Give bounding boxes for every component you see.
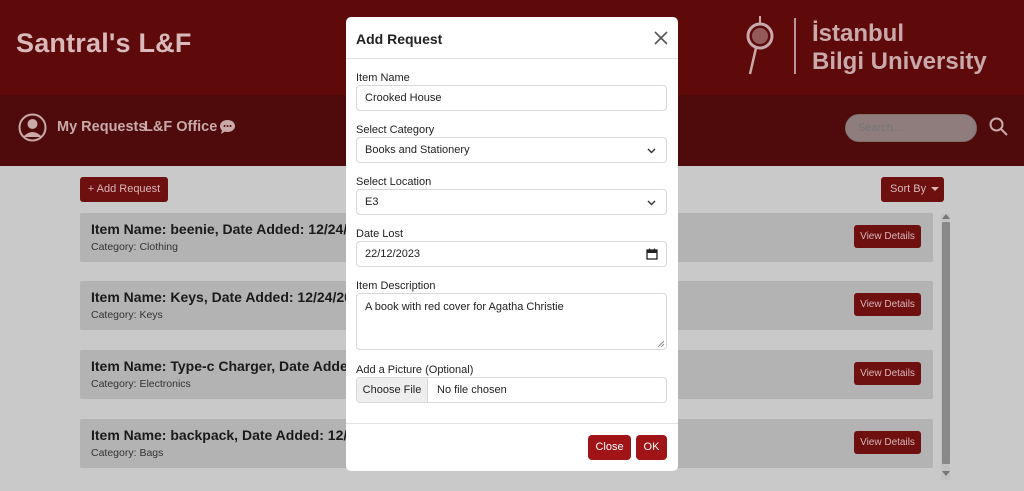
card-category: Category: Keys <box>91 309 163 321</box>
view-details-button[interactable]: View Details <box>854 362 921 385</box>
card-category: Category: Electronics <box>91 378 191 390</box>
description-textarea[interactable]: A book with red cover for Agatha Christi… <box>356 293 667 350</box>
card-category: Category: Bags <box>91 447 164 459</box>
sort-by-button[interactable]: Sort By <box>881 177 944 202</box>
choose-file-button[interactable]: Choose File <box>357 378 428 402</box>
item-name-input[interactable]: Crooked House <box>356 85 667 111</box>
description-label: Item Description <box>356 280 436 292</box>
modal-footer-divider <box>346 423 678 424</box>
category-select[interactable]: Books and Stationery <box>356 137 667 163</box>
no-file-text: No file chosen <box>437 384 507 396</box>
view-details-button[interactable]: View Details <box>854 293 921 316</box>
university-seal-icon <box>746 16 774 75</box>
scrollbar-thumb[interactable] <box>942 222 950 464</box>
category-label: Select Category <box>356 124 435 136</box>
close-icon[interactable] <box>654 31 668 45</box>
nav-lf-office[interactable]: L&F Office <box>144 119 217 135</box>
date-lost-value: 22/12/2023 <box>365 248 421 260</box>
chevron-down-icon <box>647 200 656 206</box>
card-title: Item Name: beenie, Date Added: 12/24/202… <box>91 221 379 237</box>
add-request-modal: Add Request Item Name Crooked House Sele… <box>346 17 678 471</box>
modal-title: Add Request <box>356 31 443 47</box>
picture-label: Add a Picture (Optional) <box>356 364 474 376</box>
scroll-up-arrow-icon[interactable] <box>942 214 950 219</box>
user-avatar-icon[interactable] <box>18 113 47 142</box>
card-category: Category: Clothing <box>91 241 178 253</box>
view-details-button[interactable]: View Details <box>854 225 921 248</box>
calendar-icon[interactable] <box>646 248 658 260</box>
search-input[interactable] <box>845 114 977 142</box>
item-name-value: Crooked House <box>365 92 442 104</box>
add-request-button[interactable]: + Add Request <box>80 177 168 202</box>
scroll-down-arrow-icon[interactable] <box>942 471 950 476</box>
picture-file-input[interactable]: Choose File No file chosen <box>356 377 667 403</box>
category-value: Books and Stationery <box>365 144 470 156</box>
location-select[interactable]: E3 <box>356 189 667 215</box>
view-details-button[interactable]: View Details <box>854 431 921 454</box>
location-value: E3 <box>365 196 379 208</box>
card-title: Item Name: Keys, Date Added: 12/24/2023 <box>91 289 368 305</box>
university-name-line2: Bilgi University <box>812 48 987 75</box>
logo-divider <box>794 18 796 74</box>
caret-down-icon <box>931 187 940 192</box>
item-name-label: Item Name <box>356 72 410 84</box>
date-lost-label: Date Lost <box>356 228 404 240</box>
university-logo: İstanbul Bilgi University <box>740 14 1000 80</box>
close-button[interactable]: Close <box>588 435 631 460</box>
university-name-line1: İstanbul <box>812 20 905 47</box>
modal-header: Add Request <box>346 17 678 59</box>
chevron-down-icon <box>647 148 656 154</box>
brand-title: Santral's L&F <box>16 28 192 58</box>
chat-icon[interactable] <box>219 119 236 135</box>
ok-button[interactable]: OK <box>636 435 667 460</box>
sort-by-label: Sort By <box>890 183 927 195</box>
nav-my-requests[interactable]: My Requests <box>57 119 146 135</box>
resize-grip-icon[interactable] <box>657 340 664 347</box>
description-value: A book with red cover for Agatha Christi… <box>365 301 564 313</box>
location-label: Select Location <box>356 176 432 188</box>
date-lost-input[interactable]: 22/12/2023 <box>356 241 667 267</box>
search-icon[interactable] <box>989 117 1008 136</box>
